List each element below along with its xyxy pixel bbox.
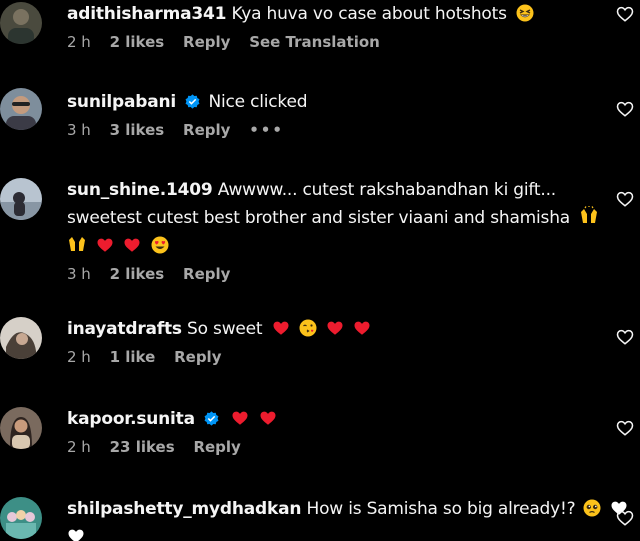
comment-emoji-line (67, 232, 587, 260)
red-heart-icon (273, 321, 289, 335)
avatar[interactable] (0, 2, 42, 44)
reply-button[interactable]: Reply (183, 33, 230, 51)
face-blowing-kiss-icon (299, 319, 317, 337)
comment-text: sun_shine.1409 Awwww... cutest rakshaban… (67, 176, 587, 204)
reply-button[interactable]: Reply (174, 348, 221, 366)
comment-username[interactable]: sunilpabani (67, 92, 176, 112)
avatar[interactable] (0, 497, 42, 539)
comment-likes[interactable]: 3 likes (110, 121, 165, 139)
reply-button[interactable]: Reply (183, 121, 230, 139)
comment-body: Awwww... cutest rakshabandhan ki gift... (217, 180, 556, 200)
reply-button[interactable]: Reply (193, 438, 240, 456)
comment-username[interactable]: sun_shine.1409 (67, 180, 213, 200)
heart-outline-icon[interactable] (616, 328, 634, 346)
heart-eyes-face-icon (151, 236, 169, 254)
red-heart-icon (97, 238, 113, 252)
heart-outline-icon[interactable] (616, 509, 634, 527)
comments-list: adithisharma341 Kya huva vo case about h… (0, 0, 640, 541)
comment-body: How is Samisha so big already!? (306, 499, 576, 519)
pleading-face-icon (583, 499, 601, 517)
comment-text-line: sweetest cutest best brother and sister … (67, 204, 598, 232)
red-heart-icon (124, 238, 140, 252)
comment-time: 2 h (67, 438, 91, 456)
avatar[interactable] (0, 178, 42, 220)
comment-time: 3 h (67, 265, 91, 283)
raising-hands-icon (581, 206, 598, 223)
comment-time: 2 h (67, 348, 91, 366)
comment-likes[interactable]: 2 likes (110, 265, 165, 283)
avatar[interactable] (0, 317, 42, 359)
comment-username[interactable]: inayatdrafts (67, 319, 182, 339)
comment-meta: 2 h 1 like Reply (67, 347, 587, 367)
heart-outline-icon[interactable] (616, 190, 634, 208)
avatar[interactable] (0, 88, 42, 130)
comment-likes[interactable]: 2 likes (110, 33, 165, 51)
comment-text: inayatdrafts So sweet (67, 315, 587, 343)
avatar[interactable] (0, 407, 42, 449)
heart-outline-icon[interactable] (616, 419, 634, 437)
more-options-icon[interactable]: ••• (249, 121, 284, 139)
comment-meta: 3 h 3 likes Reply ••• (67, 120, 587, 140)
comment-likes[interactable]: 1 like (110, 348, 156, 366)
red-heart-icon (354, 321, 370, 335)
verified-badge-icon (204, 411, 219, 426)
comment-body: Nice clicked (208, 92, 308, 112)
verified-badge-icon (185, 94, 200, 109)
comment-body-continued: sweetest cutest best brother and sister … (67, 208, 571, 228)
comment-text: kapoor.sunita (67, 405, 587, 433)
comment-username[interactable]: adithisharma341 (67, 4, 226, 24)
comment-time: 2 h (67, 33, 91, 51)
comment-meta: 2 h 23 likes Reply (67, 437, 587, 457)
reply-button[interactable]: Reply (183, 265, 230, 283)
red-heart-icon (232, 411, 248, 425)
heart-outline-icon[interactable] (616, 100, 634, 118)
comment-body: So sweet (187, 319, 263, 339)
see-translation-button[interactable]: See Translation (249, 33, 380, 51)
comment-text: adithisharma341 Kya huva vo case about h… (67, 0, 587, 28)
comment-username[interactable]: shilpashetty_mydhadkan (67, 499, 301, 519)
white-heart-icon (68, 529, 84, 541)
comment-username[interactable]: kapoor.sunita (67, 409, 195, 429)
heart-outline-icon[interactable] (616, 5, 634, 23)
grinning-squinting-face-icon (516, 4, 534, 22)
comment-meta: 2 h 2 likes Reply See Translation (67, 32, 587, 52)
red-heart-icon (260, 411, 276, 425)
raising-hands-icon (69, 237, 85, 251)
comment-likes[interactable]: 23 likes (110, 438, 175, 456)
comment-text: sunilpabani Nice clicked (67, 88, 587, 116)
comment-text: shilpashetty_mydhadkan How is Samisha so… (67, 495, 627, 523)
red-heart-icon (327, 321, 343, 335)
comment-meta: 3 h 2 likes Reply (67, 264, 587, 284)
comment-time: 3 h (67, 121, 91, 139)
comment-body: Kya huva vo case about hotshots (231, 4, 507, 24)
comment-emoji-line (67, 523, 587, 541)
